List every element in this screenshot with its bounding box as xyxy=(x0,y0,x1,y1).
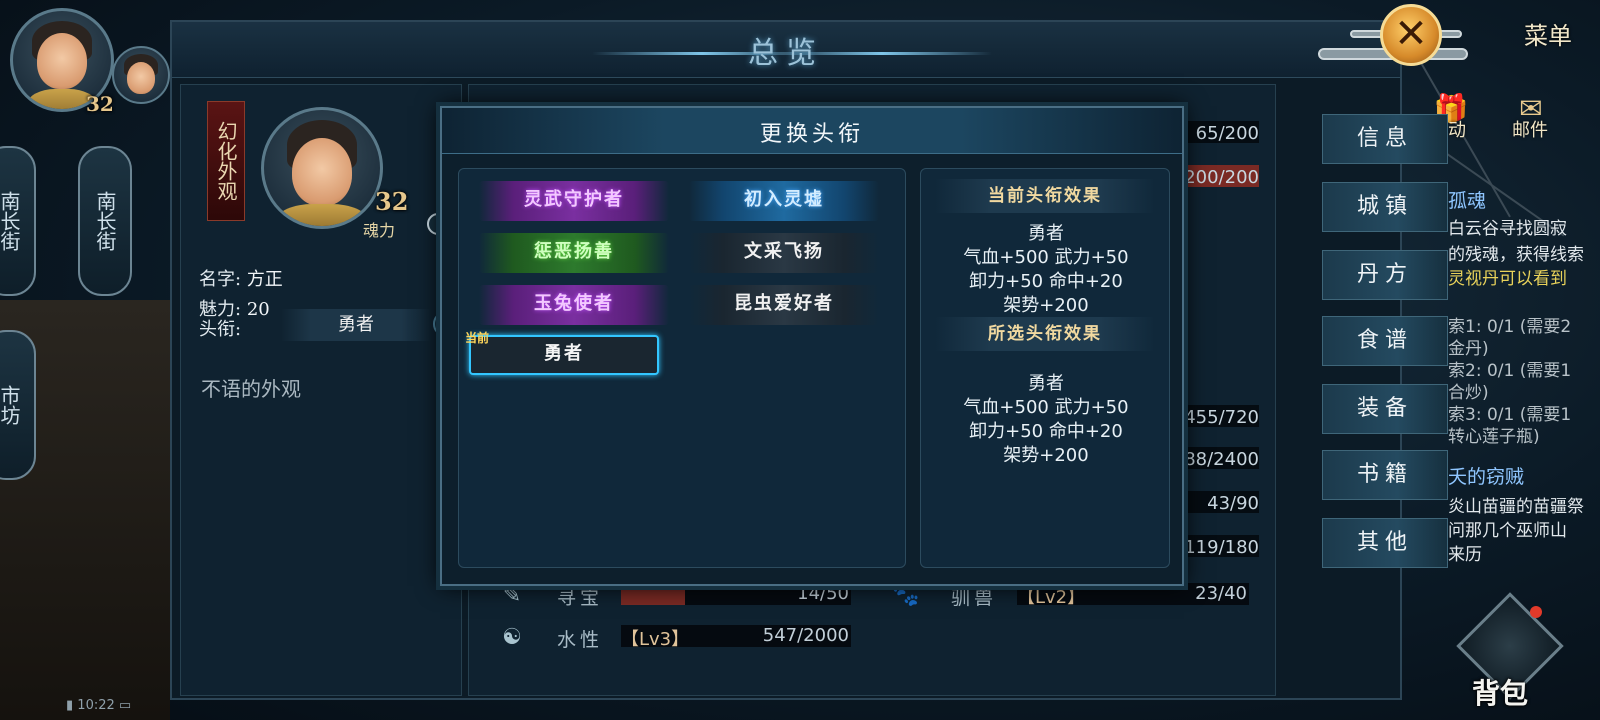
battery-icon: ▭ xyxy=(114,698,132,713)
notification-dot xyxy=(1530,606,1542,618)
title-list: 灵武守护者 初入灵墟 惩恶扬善 文采飞扬 玉兔使者 昆虫爱好者 勇者 当前 xyxy=(458,168,906,568)
skill-level: 【Lv2】 xyxy=(1017,587,1086,608)
bag-button[interactable]: 背包 xyxy=(1456,592,1564,712)
current-effect-line: 气血+500 武力+50 xyxy=(963,247,1129,268)
companion-avatar[interactable] xyxy=(112,46,170,104)
charm-value: 20 xyxy=(246,299,270,320)
title-effect-panel: 当前头衔效果 勇者 气血+500 武力+50 卸力+50 命中+20 架势+20… xyxy=(920,168,1170,568)
selected-effect-heading: 所选头衔效果 xyxy=(935,317,1155,351)
activity-label[interactable]: 动 xyxy=(1448,116,1466,142)
quest-line: 的残魂，获得线索 xyxy=(1448,245,1584,265)
current-effect-line: 卸力+50 命中+20 xyxy=(969,271,1123,292)
mail-label[interactable]: 邮件 xyxy=(1512,116,1548,142)
menu-label[interactable]: 菜单 xyxy=(1524,16,1572,51)
quest-line: 白云谷寻找圆寂 xyxy=(1448,219,1567,239)
title-option-lingwu-guardian[interactable]: 灵武守护者 xyxy=(479,181,669,221)
quest-line: 炎山苗疆的苗疆祭 xyxy=(1448,497,1584,517)
status-bar: ▮ 10:22 ▭ xyxy=(66,698,131,713)
quest-line: 来历 xyxy=(1448,545,1482,565)
skill-level: 【Lv3】 xyxy=(621,629,690,650)
appearance-banner[interactable]: 幻化外观 xyxy=(207,101,245,221)
name-row: 名字: 方正 xyxy=(199,265,283,291)
title-option-yutu-envoy[interactable]: 玉兔使者 xyxy=(479,285,669,325)
bag-label: 背包 xyxy=(1472,677,1529,710)
title-option-yongzhe-selected[interactable]: 勇者 xyxy=(469,335,659,375)
skill-name: 驯兽 xyxy=(951,587,998,609)
skill-value: 23/40 xyxy=(1195,583,1247,604)
close-button[interactable]: ✕ xyxy=(1380,4,1442,66)
quest-title[interactable]: 夭的窃贼 xyxy=(1448,462,1598,489)
soul-power-label: 魂力 xyxy=(363,221,396,240)
player-level-badge: 32 xyxy=(86,92,114,116)
skill-name: 寻宝 xyxy=(557,587,604,609)
title-option-chuRu-lingxu[interactable]: 初入灵墟 xyxy=(689,181,879,221)
menu-info-button[interactable]: 信息 xyxy=(1322,114,1448,164)
overview-title: 总览 xyxy=(748,36,824,71)
current-effect-name: 勇者 xyxy=(1028,223,1064,244)
name-label: 名字: xyxy=(199,269,242,290)
appearance-description: 不语的外观 xyxy=(201,377,301,401)
status-time: 10:22 xyxy=(77,698,115,713)
location-tab-nanchangjie-2[interactable]: 南长街 xyxy=(78,146,132,296)
selected-effect-line: 架势+200 xyxy=(1003,445,1089,466)
selected-effect-name: 勇者 xyxy=(1028,373,1064,394)
skill-value: 14/50 xyxy=(797,583,849,604)
location-tab-nanchangjie-1[interactable]: 南长街 xyxy=(0,146,36,296)
title-option-chengE-yangShan[interactable]: 惩恶扬善 xyxy=(479,233,669,273)
title-label: 头衔: xyxy=(199,319,242,340)
skill-name: 水性 xyxy=(557,629,604,651)
current-effect-line: 架势+200 xyxy=(1003,295,1089,316)
menu-town-button[interactable]: 城镇 xyxy=(1322,182,1448,232)
menu-equipment-button[interactable]: 装备 xyxy=(1322,384,1448,434)
quest-line: 问那几个巫师山 xyxy=(1448,521,1567,541)
change-title-dialog: 更换头衔 灵武守护者 初入灵墟 惩恶扬善 文采飞扬 玉兔使者 昆虫爱好者 勇者 … xyxy=(440,106,1184,586)
title-row: 头衔: xyxy=(199,315,241,341)
character-panel: 幻化外观 32 魂力 ! 名字: 方正 魅力: 20 头衔: 勇者 不语的外观 xyxy=(180,84,462,696)
current-effect-heading: 当前头衔效果 xyxy=(935,179,1155,213)
current-title-tag: 当前 xyxy=(465,331,490,345)
menu-recipe-button[interactable]: 丹方 xyxy=(1322,250,1448,300)
overview-title-bar: 总览 xyxy=(172,22,1400,78)
selected-effect-line: 气血+500 武力+50 xyxy=(963,397,1129,418)
skill-value: 547/2000 xyxy=(762,625,849,646)
skill-progress-fill xyxy=(621,583,686,605)
selected-effect-line: 卸力+50 命中+20 xyxy=(969,421,1123,442)
title-option-wencai-feiyang[interactable]: 文采飞扬 xyxy=(689,233,879,273)
location-tab-shifang[interactable]: 市坊 xyxy=(0,330,36,480)
quest-line: 灵视丹可以看到 xyxy=(1448,269,1567,289)
name-value: 方正 xyxy=(246,269,283,290)
water-icon: ☯ xyxy=(502,625,522,650)
character-portrait xyxy=(261,107,383,229)
character-level: 32 xyxy=(375,187,409,216)
signal-icon: ▮ xyxy=(66,698,78,713)
menu-cookbook-button[interactable]: 食谱 xyxy=(1322,316,1448,366)
dialog-header: 更换头衔 xyxy=(442,108,1182,154)
menu-other-button[interactable]: 其他 xyxy=(1322,518,1448,568)
quest-title[interactable]: 孤魂 xyxy=(1448,186,1598,213)
title-option-insect-lover[interactable]: 昆虫爱好者 xyxy=(689,285,879,325)
dialog-title: 更换头衔 xyxy=(759,122,865,147)
menu-books-button[interactable]: 书籍 xyxy=(1322,450,1448,500)
current-title-plate: 勇者 xyxy=(281,309,431,341)
quest-line: 转心莲子瓶) xyxy=(1448,427,1540,447)
